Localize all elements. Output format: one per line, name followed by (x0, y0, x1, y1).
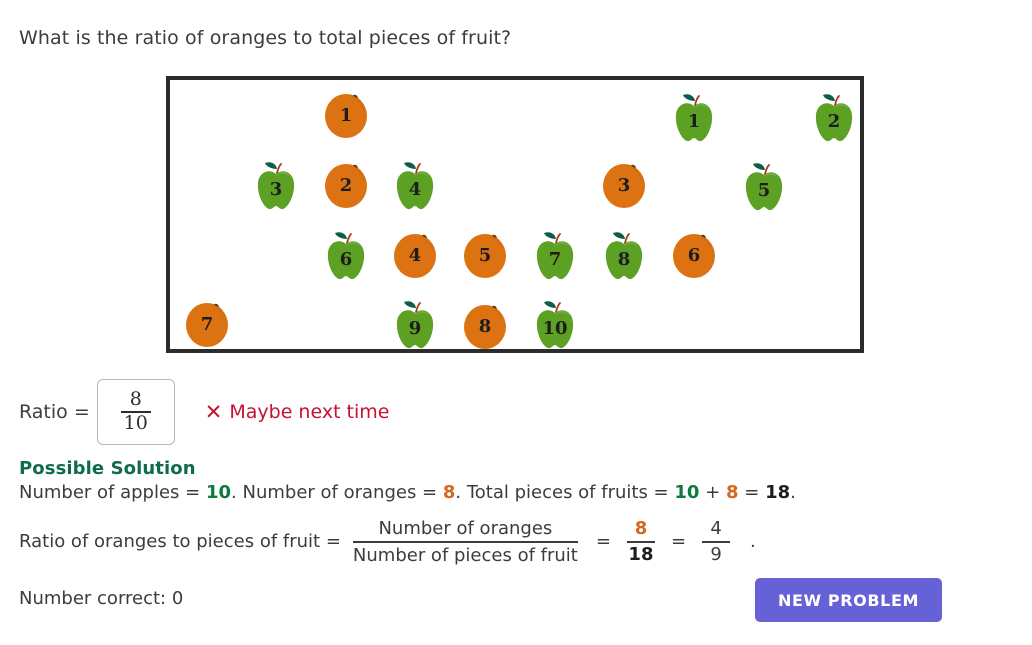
feedback-text: Maybe next time (229, 401, 389, 423)
plus-operator: + (705, 482, 720, 503)
oranges-count-repeat: 8 (726, 482, 739, 503)
word-fraction-bar (353, 541, 578, 543)
apple-icon (532, 231, 578, 283)
orange-icon (323, 89, 369, 141)
word-fraction-numerator: Number of oranges (378, 518, 552, 539)
apples-count-repeat: 10 (674, 482, 699, 503)
x-mark-icon: ✕ (205, 402, 223, 423)
ratio-formula-label: Ratio of oranges to pieces of fruit = (19, 531, 341, 552)
ratio-fraction-simplified: 4 9 (702, 519, 730, 566)
equals-operator: = (744, 482, 759, 503)
feedback-message: ✕ Maybe next time (205, 401, 390, 423)
apple-icon (392, 300, 438, 352)
ratio-numerator: 8 (635, 519, 648, 540)
orange-4: 4 (392, 229, 438, 281)
apple-10: 10 (532, 300, 578, 352)
word-fraction: Number of oranges Number of pieces of fr… (353, 518, 578, 566)
apple-icon (323, 231, 369, 283)
orange-icon (392, 229, 438, 281)
answer-numerator: 8 (127, 390, 145, 411)
apple-5: 5 (741, 162, 787, 214)
apple-icon (671, 93, 717, 145)
orange-5: 5 (462, 229, 508, 281)
oranges-count-value: 8 (443, 482, 456, 503)
total-prefix: . Total pieces of fruits = (455, 482, 668, 503)
ratio-fraction-unsimplified: 8 18 (627, 519, 655, 566)
ratio-denominator: 18 (628, 545, 653, 566)
orange-8: 8 (462, 300, 508, 352)
apple-7: 7 (532, 231, 578, 283)
simplified-fraction-bar (702, 541, 730, 543)
apple-icon (392, 161, 438, 213)
orange-2: 2 (323, 159, 369, 211)
total-fruit-value: 18 (765, 482, 790, 503)
equals-operator-3: = (671, 531, 686, 552)
apple-icon (253, 161, 299, 213)
question-prompt: What is the ratio of oranges to total pi… (19, 27, 511, 49)
orange-icon (671, 229, 717, 281)
solution-counts-line: Number of apples = 10. Number of oranges… (19, 482, 796, 503)
ratio-label: Ratio = (19, 401, 90, 423)
ratio-answer-input[interactable]: 8 10 (97, 379, 175, 445)
orange-icon (184, 298, 230, 350)
answer-denominator: 10 (121, 413, 151, 434)
line1-period: . (790, 482, 796, 503)
orange-icon (462, 229, 508, 281)
orange-7: 7 (184, 298, 230, 350)
fruit-display-area: 1234567812345678910 (166, 76, 864, 353)
line2-period: . (750, 531, 756, 552)
oranges-count-prefix: . Number of oranges = (231, 482, 437, 503)
solution-heading: Possible Solution (19, 458, 196, 479)
simplified-denominator: 9 (710, 545, 721, 566)
apple-8: 8 (601, 231, 647, 283)
equals-operator-2: = (596, 531, 611, 552)
orange-6: 6 (671, 229, 717, 281)
apple-9: 9 (392, 300, 438, 352)
orange-icon (323, 159, 369, 211)
solution-ratio-line: Ratio of oranges to pieces of fruit = Nu… (19, 518, 756, 566)
ratio-fraction-bar (627, 541, 655, 543)
apple-icon (811, 93, 857, 145)
apple-icon (601, 231, 647, 283)
apple-3: 3 (253, 161, 299, 213)
apple-icon (741, 162, 787, 214)
apple-2: 2 (811, 93, 857, 145)
apple-4: 4 (392, 161, 438, 213)
orange-icon (601, 159, 647, 211)
orange-3: 3 (601, 159, 647, 211)
answer-row: Ratio = 8 10 ✕ Maybe next time (19, 378, 390, 446)
new-problem-button[interactable]: NEW PROBLEM (755, 578, 942, 622)
word-fraction-denominator: Number of pieces of fruit (353, 545, 578, 566)
orange-icon (462, 300, 508, 352)
answer-fraction: 8 10 (121, 390, 151, 433)
simplified-numerator: 4 (710, 519, 721, 540)
orange-1: 1 (323, 89, 369, 141)
apple-1: 1 (671, 93, 717, 145)
apples-count-prefix: Number of apples = (19, 482, 200, 503)
apple-icon (532, 300, 578, 352)
score-text: Number correct: 0 (19, 588, 183, 609)
apples-count-value: 10 (206, 482, 231, 503)
apple-6: 6 (323, 231, 369, 283)
